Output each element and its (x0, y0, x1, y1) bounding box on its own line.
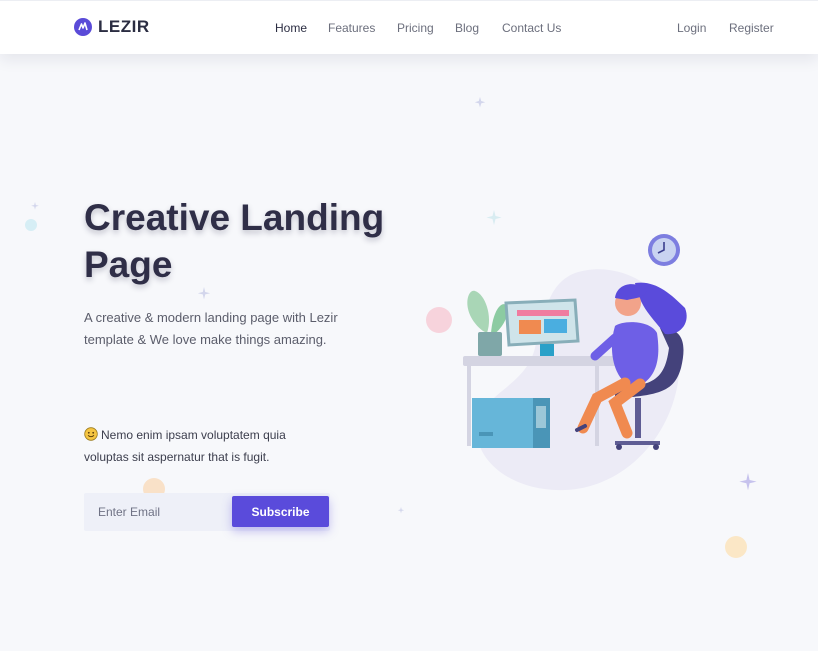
sparkle-icon (486, 210, 502, 225)
sparkle-icon (739, 473, 757, 491)
hero-illustration (463, 234, 687, 491)
email-input[interactable] (84, 493, 232, 531)
plant-icon (467, 290, 508, 356)
subscribe-form: Subscribe (84, 493, 330, 531)
nav-link-home[interactable]: Home (275, 21, 307, 35)
register-link[interactable]: Register (729, 21, 774, 35)
brand-logo[interactable]: LEZIR (74, 17, 150, 37)
sparkle-icon (474, 97, 486, 108)
hero-note-text: Nemo enim ipsam voluptatem quia voluptas… (84, 428, 286, 464)
decor-circle (25, 219, 37, 231)
hero-subtitle: A creative & modern landing page with Le… (84, 310, 338, 347)
decor-circle (725, 536, 747, 558)
subscribe-button[interactable]: Subscribe (232, 496, 329, 527)
top-navbar: LEZIR Home Features Pricing Blog Contact… (0, 0, 818, 54)
nav-link-features[interactable]: Features (328, 21, 375, 35)
login-link[interactable]: Login (677, 21, 706, 35)
background-decorations (25, 97, 757, 558)
smiling-face-emoji-icon (84, 427, 98, 441)
clock-icon (648, 234, 680, 266)
sparkle-icon (397, 507, 405, 514)
hero-note: Nemo enim ipsam voluptatem quia voluptas… (84, 424, 324, 468)
decor-circle (426, 307, 452, 333)
sparkle-icon (31, 202, 39, 210)
brand-name: LEZIR (98, 17, 150, 36)
hero-title: Creative Landing Page (84, 197, 385, 285)
nav-link-pricing[interactable]: Pricing (397, 21, 434, 35)
sparkle-icon (197, 287, 211, 300)
nav-link-blog[interactable]: Blog (455, 21, 479, 35)
nav-link-contact-us[interactable]: Contact Us (502, 21, 561, 35)
lezir-logo-icon (74, 18, 92, 36)
